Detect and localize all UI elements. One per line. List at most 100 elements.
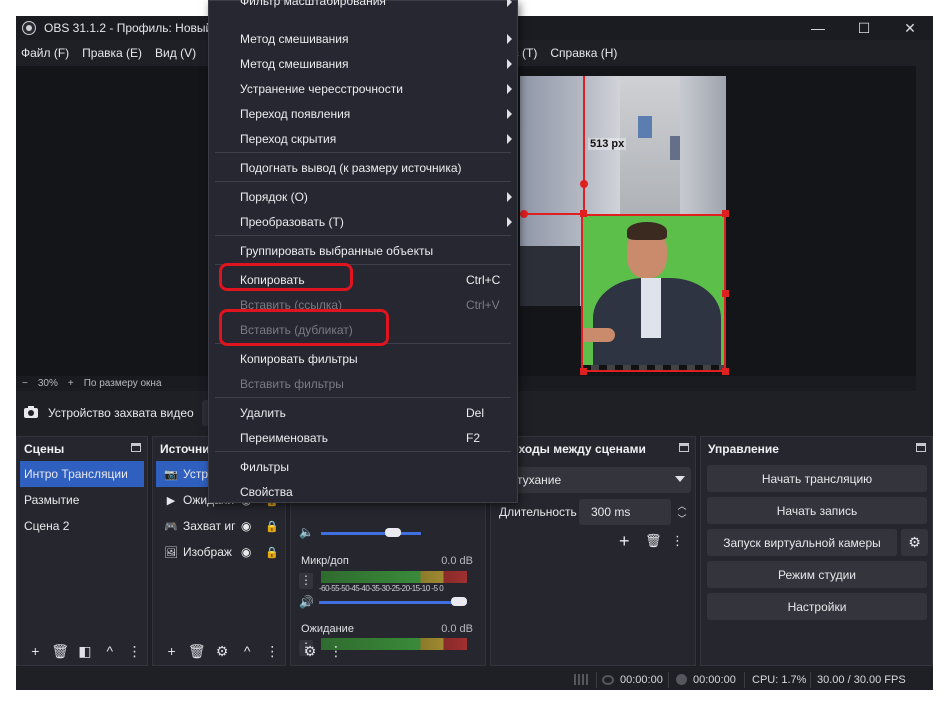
more-icon[interactable]: ⋮ bbox=[671, 533, 684, 549]
more-icon[interactable]: ⋮ bbox=[323, 643, 349, 660]
start-record-button[interactable]: Начать запись bbox=[707, 497, 927, 524]
menu-blend-method[interactable]: Метод смешивания bbox=[209, 26, 517, 51]
menu-order[interactable]: Порядок (O) bbox=[209, 184, 517, 209]
zoom-in-button[interactable]: + bbox=[68, 378, 74, 389]
scene-item[interactable]: Сцена 2 bbox=[17, 513, 147, 539]
distance-label: 513 px bbox=[588, 138, 627, 150]
move-up-icon[interactable]: ^ bbox=[97, 643, 122, 659]
duration-input[interactable]: 300 ms bbox=[579, 499, 671, 525]
add-scene-icon[interactable]: + bbox=[23, 643, 48, 659]
menu-transform[interactable]: Преобразовать (T) bbox=[209, 209, 517, 234]
volume-knob[interactable] bbox=[385, 528, 401, 537]
menu-rename[interactable]: Переименовать F2 bbox=[209, 425, 517, 450]
visibility-eye-icon[interactable]: ◉ bbox=[241, 545, 251, 559]
menu-file[interactable]: Файл (F) bbox=[21, 46, 69, 60]
menu-scale-filter[interactable]: Фильтр масштабирования bbox=[209, 0, 517, 13]
fit-to-window[interactable]: По размеру окна bbox=[84, 378, 162, 389]
guide-endpoint bbox=[580, 180, 588, 188]
scene-item[interactable]: Интро Трансляции bbox=[20, 461, 144, 487]
gamepad-icon: 🎮 bbox=[164, 520, 178, 533]
advanced-audio-icon[interactable]: ⚙ bbox=[297, 643, 323, 660]
source-item[interactable]: 🎮 Захват иг ◉ 🔒 bbox=[153, 513, 285, 539]
menu-deinterlace[interactable]: Устранение чересстрочности bbox=[209, 76, 517, 101]
controls-title-text: Управление bbox=[708, 442, 779, 456]
more-icon[interactable]: ⋮ bbox=[122, 643, 147, 660]
submenu-arrow-icon bbox=[507, 134, 512, 144]
menu-item-label: Устранение чересстрочности bbox=[240, 81, 403, 96]
scene-filters-icon[interactable]: ◧ bbox=[73, 643, 98, 660]
menu-delete[interactable]: Удалить Del bbox=[209, 400, 517, 425]
add-source-icon[interactable]: + bbox=[159, 643, 184, 659]
delete-transition-icon[interactable]: 🗑 bbox=[645, 533, 662, 549]
preview-scrollbar[interactable] bbox=[916, 66, 933, 376]
settings-button[interactable]: Настройки bbox=[707, 593, 927, 620]
source-settings-icon[interactable]: ⚙ bbox=[209, 643, 234, 660]
undock-icon[interactable] bbox=[131, 443, 141, 452]
record-dot-icon bbox=[676, 674, 687, 685]
spin-up-icon[interactable]: ︿ bbox=[673, 499, 691, 512]
menu-copy-filters[interactable]: Копировать фильтры bbox=[209, 346, 517, 371]
scene-item[interactable]: Размытие bbox=[17, 487, 147, 513]
close-button[interactable]: ✕ bbox=[887, 16, 933, 40]
menu-item-label: Переход скрытия bbox=[240, 131, 337, 146]
status-separator bbox=[668, 672, 669, 688]
spin-down-icon[interactable]: ﹀ bbox=[673, 512, 691, 525]
dark-region bbox=[520, 246, 580, 306]
menu-show-transition[interactable]: Переход появления bbox=[209, 101, 517, 126]
menu-properties[interactable]: Свойства bbox=[209, 479, 517, 504]
undock-icon[interactable] bbox=[916, 443, 926, 452]
menu-group-selected[interactable]: Группировать выбранные объекты bbox=[209, 238, 517, 263]
resize-handle[interactable] bbox=[580, 210, 587, 217]
menu-view[interactable]: Вид (V) bbox=[155, 46, 196, 60]
move-up-icon[interactable]: ^ bbox=[235, 643, 260, 659]
lock-icon[interactable]: 🔒 bbox=[265, 520, 279, 533]
transition-select[interactable]: тухание bbox=[497, 467, 691, 493]
volume-slider[interactable] bbox=[321, 532, 421, 535]
visibility-eye-icon[interactable]: ◉ bbox=[241, 519, 251, 533]
channel-name: Микр/доп bbox=[301, 555, 349, 567]
muted-speaker-icon[interactable]: 🔈 bbox=[299, 525, 314, 539]
source-item[interactable]: 🖼 Изображ ◉ 🔒 bbox=[153, 539, 285, 565]
channel-menu-icon[interactable]: ⋮ bbox=[299, 573, 313, 589]
status-separator bbox=[744, 672, 745, 688]
resize-handle[interactable] bbox=[722, 210, 729, 217]
delete-source-icon[interactable]: 🗑 bbox=[184, 643, 209, 660]
undock-icon[interactable] bbox=[679, 443, 689, 452]
volume-slider[interactable] bbox=[319, 601, 467, 604]
resize-handle[interactable] bbox=[722, 290, 729, 297]
maximize-button[interactable]: ☐ bbox=[841, 16, 887, 40]
channel-db: 0.0 dB bbox=[441, 623, 473, 635]
speaker-icon[interactable]: 🔊 bbox=[299, 595, 314, 609]
video-capture-source-preview[interactable] bbox=[581, 214, 726, 372]
start-stream-button[interactable]: Начать трансляцию bbox=[707, 465, 927, 492]
menu-filters[interactable]: Фильтры bbox=[209, 454, 517, 479]
menu-shortcut: Ctrl+V bbox=[466, 298, 500, 312]
menu-edit[interactable]: Правка (E) bbox=[82, 46, 142, 60]
menu-resize-output[interactable]: Подогнать вывод (к размеру источника) bbox=[209, 155, 517, 180]
submenu-arrow-icon bbox=[507, 192, 512, 202]
resize-handle[interactable] bbox=[580, 368, 587, 375]
person-shirt bbox=[641, 278, 661, 338]
image-icon: 🖼 bbox=[164, 546, 178, 559]
menu-blend-mode[interactable]: Метод смешивания bbox=[209, 51, 517, 76]
virtual-camera-button[interactable]: Запуск виртуальной камеры bbox=[707, 529, 897, 556]
more-icon[interactable]: ⋮ bbox=[260, 643, 285, 660]
minimize-button[interactable]: — bbox=[795, 16, 841, 40]
crop-hatch bbox=[583, 365, 724, 370]
add-transition-icon[interactable]: + bbox=[619, 531, 630, 552]
menu-separator bbox=[215, 152, 511, 153]
menu-item-label: Метод смешивания bbox=[240, 31, 349, 46]
studio-mode-button[interactable]: Режим студии bbox=[707, 561, 927, 588]
menu-hide-transition[interactable]: Переход скрытия bbox=[209, 126, 517, 151]
distance-guide-vertical bbox=[583, 76, 585, 214]
volume-knob[interactable] bbox=[451, 597, 467, 606]
menu-help[interactable]: Справка (H) bbox=[550, 46, 617, 60]
resize-handle[interactable] bbox=[722, 368, 729, 375]
lock-icon[interactable]: 🔒 bbox=[265, 546, 279, 559]
controls-dock: Управление Начать трансляцию Начать запи… bbox=[700, 436, 933, 666]
delete-scene-icon[interactable]: 🗑 bbox=[48, 643, 73, 660]
person-hand bbox=[583, 328, 615, 342]
zoom-out-button[interactable]: − bbox=[22, 378, 28, 389]
virtual-camera-settings-icon[interactable]: ⚙ bbox=[901, 529, 928, 556]
menu-paste-filters: Вставить фильтры bbox=[240, 376, 344, 391]
